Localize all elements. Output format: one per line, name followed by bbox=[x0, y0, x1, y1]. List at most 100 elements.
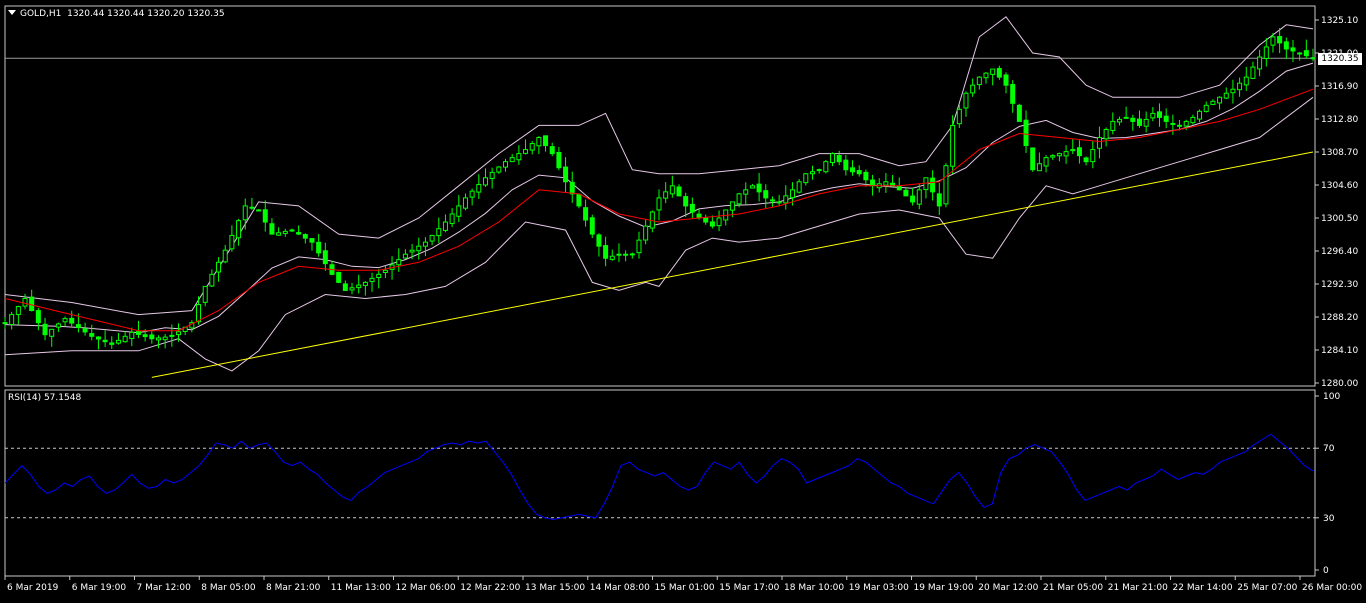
time-tick-label: 6 Mar 19:00 bbox=[72, 583, 127, 593]
candle-body-bull bbox=[115, 339, 121, 344]
ohlc-label: 1320.44 1320.44 1320.20 1320.35 bbox=[67, 9, 225, 19]
candle-body-bull bbox=[803, 173, 809, 184]
candle-body-bull bbox=[449, 213, 455, 224]
price-tick-label: 1292.30 bbox=[1321, 280, 1358, 290]
candle-body-bull bbox=[623, 253, 629, 256]
candle-body-bull bbox=[1270, 36, 1276, 46]
candle-body-bear bbox=[1303, 50, 1309, 57]
candle-body-bear bbox=[936, 193, 942, 207]
candle-body-bull bbox=[1183, 120, 1189, 127]
rsi-panel-frame bbox=[4, 389, 1316, 577]
candle-body-bull bbox=[1263, 46, 1269, 60]
candles bbox=[2, 28, 1316, 350]
candle-body-bear bbox=[756, 183, 762, 193]
bollinger-upper bbox=[4, 16, 1314, 316]
candle-body-bull bbox=[823, 161, 829, 173]
main-panel-frame bbox=[4, 5, 1316, 387]
candle-body-bull bbox=[122, 335, 128, 343]
candle-body-bull bbox=[663, 191, 669, 199]
candle-body-bull bbox=[49, 328, 55, 337]
candle-body-bull bbox=[236, 220, 242, 239]
candle-body-bear bbox=[82, 328, 88, 333]
candle-body-bear bbox=[563, 166, 569, 183]
candle-body-bear bbox=[1277, 36, 1283, 44]
candle-body-bull bbox=[1257, 56, 1263, 70]
time-tick-label: 25 Mar 07:00 bbox=[1237, 583, 1297, 593]
candle-body-bull bbox=[809, 171, 815, 175]
candle-body-bull bbox=[196, 304, 202, 323]
price-tick-label: 1308.70 bbox=[1321, 148, 1358, 158]
candle-body-bull bbox=[1063, 151, 1069, 157]
candle-body-bull bbox=[256, 209, 262, 212]
candle-body-bear bbox=[249, 206, 255, 209]
candle-body-bear bbox=[1076, 147, 1082, 157]
candle-body-bear bbox=[69, 317, 75, 324]
candle-body-bear bbox=[903, 189, 909, 197]
candle-body-bear bbox=[89, 333, 95, 337]
time-axis: 6 Mar 2019 6 Mar 19:00 7 Mar 12:00 8 Mar 05… bbox=[4, 576, 1362, 593]
candle-body-bull bbox=[1203, 104, 1209, 112]
candle-body-bull bbox=[1056, 153, 1062, 157]
candle-body-bear bbox=[29, 296, 35, 312]
candle-body-bull bbox=[22, 297, 28, 307]
time-tick-label: 19 Mar 19:00 bbox=[914, 583, 974, 593]
chart-area: 1325.101321.001316.901312.801308.701304.… bbox=[0, 0, 1366, 599]
candle-body-bear bbox=[289, 229, 295, 232]
candle-body-bear bbox=[910, 195, 916, 203]
candle-body-bear bbox=[589, 217, 595, 235]
candle-body-bull bbox=[62, 318, 68, 323]
candle-body-bull bbox=[15, 306, 21, 316]
candle-body-bull bbox=[1230, 88, 1236, 94]
candle-body-bull bbox=[1050, 155, 1056, 158]
rsi-levels bbox=[5, 447, 1315, 519]
trendline bbox=[151, 151, 1314, 378]
candle-body-bull bbox=[1070, 149, 1076, 152]
time-tick-label: 6 Mar 2019 bbox=[7, 583, 59, 593]
candle-body-bear bbox=[102, 339, 108, 343]
price-tick-label: 1288.20 bbox=[1321, 313, 1358, 323]
candle-body-bull bbox=[176, 331, 182, 336]
candle-body-bull bbox=[362, 281, 368, 286]
candle-body-bear bbox=[1123, 116, 1129, 119]
rsi-header: RSI(14) 57.1548 bbox=[8, 393, 82, 403]
candle-body-bear bbox=[95, 336, 101, 340]
price-tick-label: 1304.60 bbox=[1321, 181, 1358, 191]
candle-body-bull bbox=[656, 197, 662, 211]
candle-body-bear bbox=[930, 177, 936, 193]
candle-body-bear bbox=[1130, 117, 1136, 122]
candle-body-bull bbox=[476, 183, 482, 193]
dropdown-triangle-icon[interactable] bbox=[8, 10, 16, 15]
candle-body-bull bbox=[9, 314, 15, 325]
candle-body-bull bbox=[409, 249, 415, 253]
candle-body-bull bbox=[776, 201, 782, 204]
candle-body-bull bbox=[529, 143, 535, 151]
candle-body-bear bbox=[863, 171, 869, 181]
time-tick-label: 20 Mar 12:00 bbox=[978, 583, 1038, 593]
candle-body-bear bbox=[1157, 111, 1163, 118]
candle-body-bull bbox=[129, 331, 135, 340]
candle-body-bull bbox=[616, 253, 622, 256]
time-tick-label: 12 Mar 06:00 bbox=[396, 583, 456, 593]
current-price-tag: 1320.35 bbox=[1318, 53, 1362, 65]
candle-body-bull bbox=[1096, 137, 1102, 149]
candle-body-bull bbox=[462, 197, 468, 209]
candle-body-bull bbox=[482, 177, 488, 186]
rsi-series bbox=[4, 433, 1314, 521]
candle-body-bull bbox=[796, 181, 802, 193]
candle-body-bull bbox=[382, 269, 388, 273]
candle-body-bear bbox=[1310, 57, 1316, 60]
candle-body-bull bbox=[1150, 112, 1156, 119]
time-tick-label: 7 Mar 12:00 bbox=[137, 583, 192, 593]
price-tick-label: 1312.80 bbox=[1321, 115, 1358, 125]
price-tick-label: 1300.50 bbox=[1321, 214, 1358, 224]
candle-body-bull bbox=[202, 285, 208, 303]
candle-body-bear bbox=[1003, 74, 1009, 86]
rsi-tick-label: 0 bbox=[1323, 566, 1329, 576]
rsi-tick-label: 100 bbox=[1323, 392, 1340, 402]
candle-body-bear bbox=[322, 250, 328, 265]
candle-body-bear bbox=[1030, 147, 1036, 171]
candle-body-bear bbox=[302, 234, 308, 239]
candle-body-bull bbox=[669, 185, 675, 195]
candle-body-bull bbox=[1043, 157, 1049, 167]
candle-body-bear bbox=[342, 283, 348, 291]
